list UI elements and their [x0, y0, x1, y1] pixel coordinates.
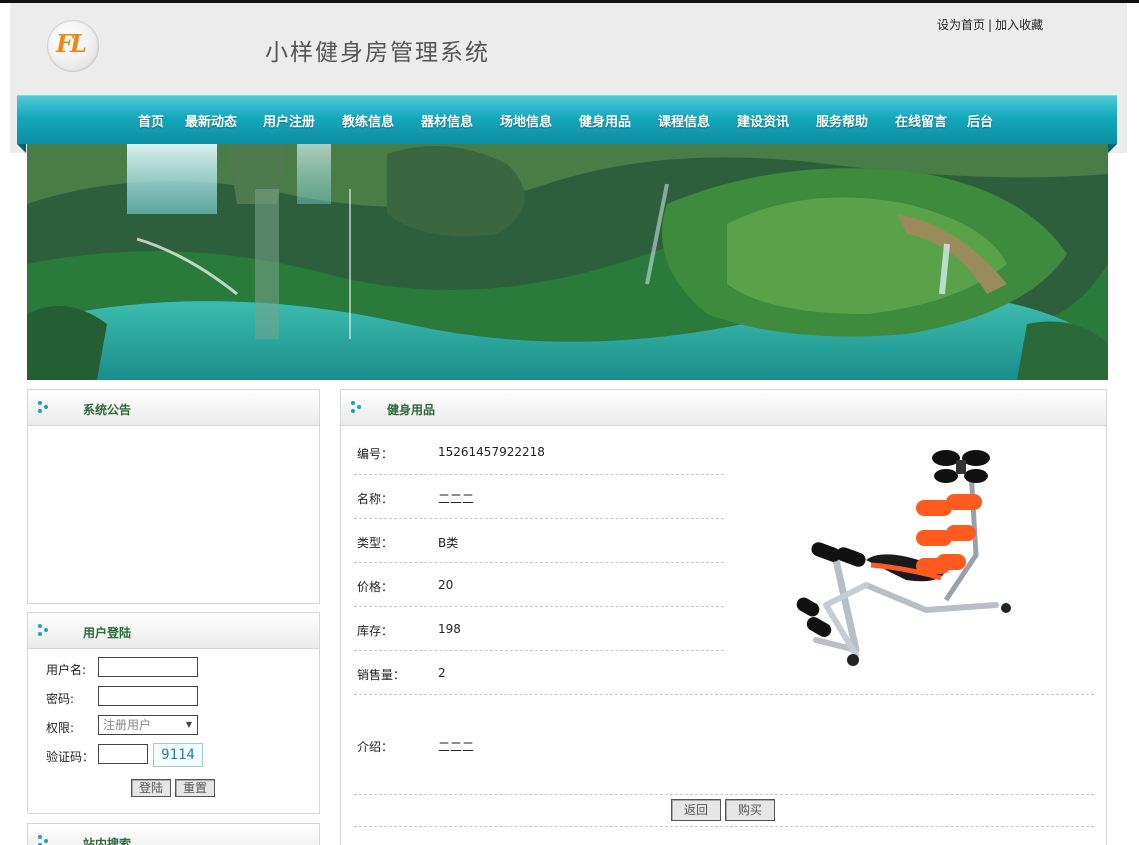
captcha-image[interactable]: 9114: [153, 743, 203, 767]
captcha-input[interactable]: [98, 744, 148, 764]
nav-fitness-goods[interactable]: 健身用品: [579, 111, 631, 130]
top-links-separator: |: [988, 18, 993, 32]
role-select[interactable]: 注册用户 ▼: [98, 715, 198, 735]
field-value-intro: 二二二: [438, 740, 475, 754]
login-button[interactable]: 登陆: [131, 779, 171, 797]
login-panel-header: 用户登陆: [28, 613, 319, 649]
site-logo: FL: [47, 20, 99, 72]
notice-panel: 系统公告: [27, 389, 320, 604]
field-label-id: 编号：: [357, 447, 394, 461]
search-panel: 站内搜索: [27, 823, 320, 845]
notice-panel-header: 系统公告: [28, 390, 319, 426]
product-panel-title: 健身用品: [387, 403, 436, 417]
login-panel: 用户登陆 用户名: 密码: 权限: 注册用户 ▼ 验证码： 9114 登陆 重置: [27, 612, 320, 814]
row-divider: [354, 518, 724, 519]
captcha-label: 验证码：: [46, 750, 95, 764]
product-panel: 健身用品 编号： 15261457922218 名称： 二二二 类型： B类 价…: [340, 389, 1107, 845]
set-home-link[interactable]: 设为首页: [937, 18, 985, 32]
password-label: 密码:: [46, 692, 75, 706]
bullet-dots-icon: [351, 401, 363, 413]
product-panel-header: 健身用品: [341, 390, 1106, 426]
nav-admin[interactable]: 后台: [967, 111, 993, 130]
nav-help[interactable]: 服务帮助: [816, 111, 868, 130]
bullet-dots-icon: [38, 835, 50, 845]
field-label-stock: 库存：: [357, 624, 394, 638]
username-input[interactable]: [98, 657, 198, 677]
add-favorite-link[interactable]: 加入收藏: [995, 18, 1043, 32]
login-panel-title: 用户登陆: [83, 626, 132, 640]
landscape-banner: [27, 144, 1108, 380]
nav-latest-news[interactable]: 最新动态: [185, 111, 237, 130]
main-nav: 首页 最新动态 用户注册 教练信息 器材信息 场地信息 健身用品 课程信息 建设…: [17, 95, 1117, 144]
nav-register[interactable]: 用户注册: [263, 111, 315, 130]
nav-equipment[interactable]: 器材信息: [421, 111, 473, 130]
bullet-dots-icon: [38, 401, 50, 413]
field-value-sales: 2: [438, 666, 446, 680]
logo-text: FL: [56, 29, 87, 58]
role-label: 权限:: [46, 721, 75, 735]
row-divider: [354, 794, 1094, 795]
row-divider: [354, 562, 724, 563]
reset-button[interactable]: 重置: [175, 779, 215, 797]
nav-courses[interactable]: 课程信息: [658, 111, 710, 130]
nav-fold-right: [1108, 144, 1117, 153]
row-divider: [354, 694, 1094, 695]
row-divider: [354, 826, 1094, 827]
nav-coaches[interactable]: 教练信息: [342, 111, 394, 130]
search-panel-title: 站内搜索: [83, 837, 132, 845]
nav-construction-info[interactable]: 建设资讯: [737, 111, 789, 130]
role-selected-value: 注册用户: [103, 718, 152, 732]
field-label-sales: 销售量：: [357, 668, 406, 682]
notice-panel-title: 系统公告: [83, 403, 132, 417]
nav-fold-left: [17, 144, 26, 153]
product-image: [796, 450, 1011, 666]
password-input[interactable]: [98, 686, 198, 706]
field-value-id: 15261457922218: [438, 445, 545, 459]
nav-messages[interactable]: 在线留言: [895, 111, 947, 130]
row-divider: [354, 474, 724, 475]
buy-button[interactable]: 购买: [725, 799, 775, 821]
top-links: 设为首页 | 加入收藏: [937, 16, 1043, 33]
username-label: 用户名:: [46, 663, 87, 677]
field-value-price: 20: [438, 578, 454, 592]
search-panel-header: 站内搜索: [28, 824, 319, 845]
field-value-type: B类: [438, 536, 459, 550]
field-value-stock: 198: [438, 622, 461, 636]
field-label-type: 类型：: [357, 536, 394, 550]
banner-landscape-image: [27, 144, 1108, 380]
bullet-dots-icon: [38, 624, 50, 636]
back-button[interactable]: 返回: [671, 799, 721, 821]
nav-venues[interactable]: 场地信息: [500, 111, 552, 130]
field-label-intro: 介绍：: [357, 740, 394, 754]
site-title: 小样健身房管理系统: [265, 40, 490, 66]
field-label-name: 名称：: [357, 492, 394, 506]
field-label-price: 价格：: [357, 580, 394, 594]
dropdown-arrow-icon: ▼: [185, 720, 192, 729]
field-value-name: 二二二: [438, 492, 475, 506]
row-divider: [354, 650, 724, 651]
row-divider: [354, 606, 724, 607]
nav-home[interactable]: 首页: [138, 111, 164, 130]
